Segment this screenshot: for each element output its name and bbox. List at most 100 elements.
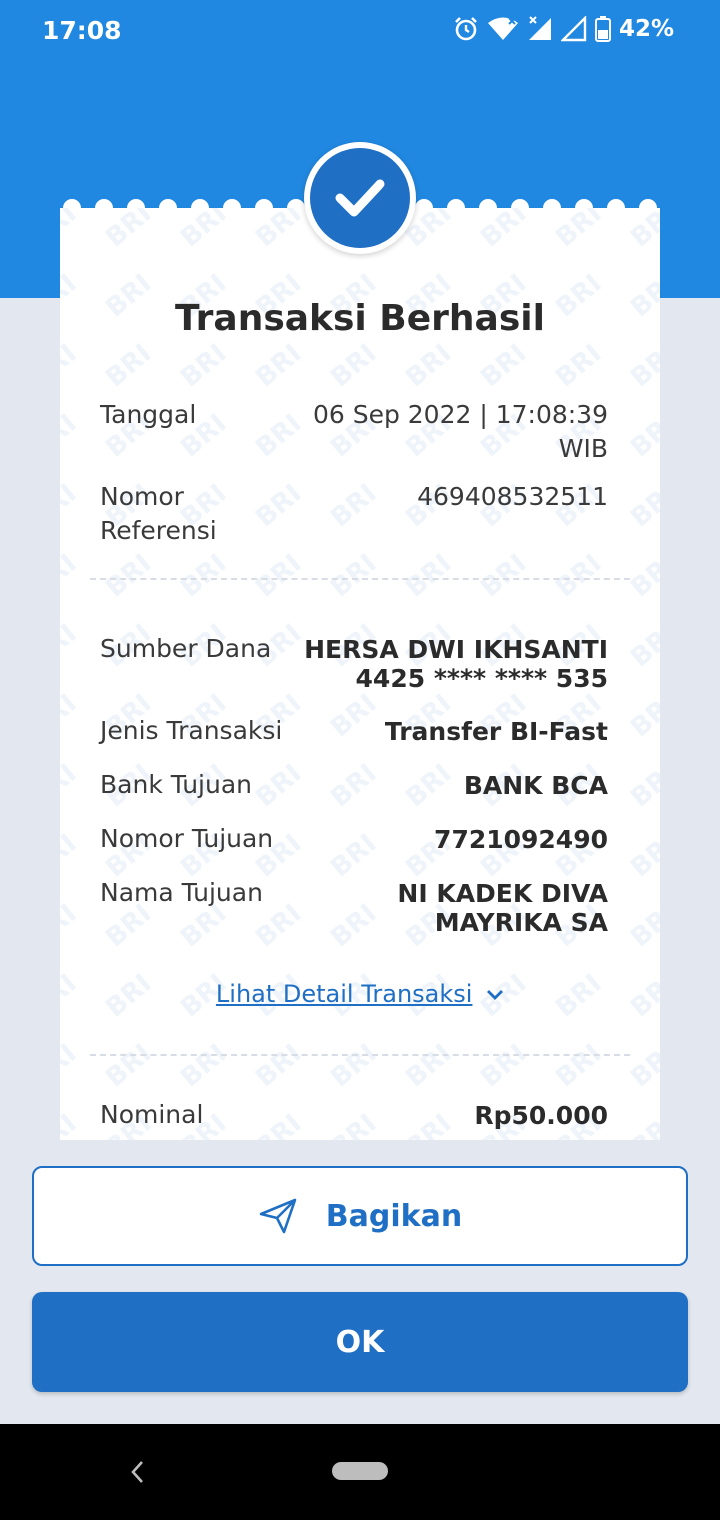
ok-button[interactable]: OK — [32, 1292, 688, 1392]
watermark-text: BRI — [400, 339, 457, 394]
watermark-text: BRI — [325, 549, 382, 604]
date-label: Tanggal — [100, 400, 197, 429]
watermark-text: BRI — [60, 479, 82, 534]
watermark-text: BRI — [625, 549, 660, 604]
destination-name-value: NI KADEK DIVA MAYRIKA SA — [278, 879, 608, 937]
ok-label: OK — [335, 1324, 385, 1360]
watermark-text: BRI — [60, 1039, 82, 1094]
reference-label: Nomor Referensi — [100, 480, 300, 548]
watermark-text: BRI — [625, 759, 660, 814]
reference-label-line2: Referensi — [100, 516, 217, 545]
nominal-value: Rp50.000 — [474, 1101, 608, 1130]
watermark-text: BRI — [325, 339, 382, 394]
watermark-text: BRI — [60, 409, 82, 464]
watermark-text: BRI — [625, 689, 660, 744]
watermark-text: BRI — [60, 899, 82, 954]
status-time: 17:08 — [42, 16, 122, 45]
watermark-text: BRI — [250, 1039, 307, 1094]
page-title: Transaksi Berhasil — [175, 298, 545, 339]
watermark-text: BRI — [60, 759, 82, 814]
watermark-text: BRI — [60, 339, 82, 394]
view-detail-link[interactable]: Lihat Detail Transaksi — [60, 980, 660, 1008]
watermark-text: BRI — [625, 409, 660, 464]
watermark-text: BRI — [175, 1039, 232, 1094]
date-value-line2: WIB — [558, 434, 608, 463]
watermark-text: BRI — [60, 549, 82, 604]
dashed-divider — [90, 1054, 630, 1056]
battery-percent: 42% — [618, 16, 674, 42]
bank-label: Bank Tujuan — [100, 770, 253, 799]
watermark-text: BRI — [625, 619, 660, 674]
watermark-text: BRI — [250, 339, 307, 394]
watermark-text: BRI — [60, 619, 82, 674]
dashed-divider — [90, 578, 630, 580]
watermark-text: BRI — [400, 1039, 457, 1094]
watermark-text: BRI — [625, 1039, 660, 1094]
date-value: 06 Sep 2022 | 17:08:39 WIB — [278, 398, 608, 466]
watermark-text: BRI — [625, 899, 660, 954]
transaction-type-value: Transfer BI-Fast — [384, 717, 608, 746]
watermark-text: BRI — [475, 549, 532, 604]
watermark-text: BRI — [625, 339, 660, 394]
watermark-text: BRI — [175, 549, 232, 604]
receipt-card: BRI BRI BRI BRI BRI BRI BRI BRI BRI BRI BRI BRI BRI B… — [60, 208, 660, 1140]
watermark-text: BRI — [250, 549, 307, 604]
navigation-bar — [0, 1424, 720, 1520]
share-button[interactable]: Bagikan — [32, 1166, 688, 1266]
status-bar: 17:08 42% — [0, 0, 720, 62]
watermark-text: BRI — [100, 339, 157, 394]
destination-name-line1: NI KADEK DIVA — [397, 879, 608, 908]
watermark-text: BRI — [60, 1109, 82, 1140]
watermark-text: BRI — [100, 208, 157, 253]
watermark-text: BRI — [175, 208, 232, 253]
watermark-text: BRI — [625, 829, 660, 884]
watermark-text: BRI — [250, 208, 307, 253]
watermark-text: BRI — [550, 549, 607, 604]
watermark-text: BRI — [475, 1039, 532, 1094]
home-pill[interactable] — [332, 1462, 388, 1480]
bank-value: BANK BCA — [463, 771, 608, 800]
source-label: Sumber Dana — [100, 634, 272, 663]
watermark-text: BRI — [550, 208, 607, 253]
date-value-line1: 06 Sep 2022 | 17:08:39 — [312, 400, 608, 429]
alarm-icon — [455, 17, 477, 41]
wifi-icon — [487, 17, 518, 40]
status-icons: 42% — [453, 16, 674, 42]
watermark-text: BRI — [550, 1039, 607, 1094]
watermark-text: BRI — [625, 1109, 660, 1140]
share-label: Bagikan — [325, 1198, 463, 1234]
watermark-text: BRI — [175, 339, 232, 394]
destination-number-value: 7721092490 — [434, 825, 608, 854]
signal-weak-icon — [560, 16, 587, 42]
source-account: 4425 **** **** 535 — [355, 664, 608, 693]
watermark-text: BRI — [625, 208, 660, 253]
watermark-text: BRI — [60, 829, 82, 884]
watermark-text: BRI — [60, 689, 82, 744]
watermark-text: BRI — [100, 549, 157, 604]
watermark-text: BRI — [60, 208, 82, 253]
transaction-type-label: Jenis Transaksi — [100, 716, 283, 745]
send-icon — [259, 1198, 297, 1234]
watermark-text: BRI — [325, 1039, 382, 1094]
success-badge — [304, 142, 416, 254]
destination-name-line2: MAYRIKA SA — [434, 908, 608, 937]
reference-label-line1: Nomor — [100, 482, 184, 511]
watermark-text: BRI — [625, 479, 660, 534]
destination-name-label: Nama Tujuan — [100, 878, 263, 907]
watermark-text: BRI — [100, 1039, 157, 1094]
watermark-text: BRI — [400, 549, 457, 604]
reference-value: 469408532511 — [417, 482, 608, 511]
signal-icon — [528, 16, 551, 40]
destination-number-label: Nomor Tujuan — [100, 824, 274, 853]
chevron-down-icon — [487, 990, 504, 1000]
watermark-text: BRI — [475, 208, 532, 253]
source-name: HERSA DWI IKHSANTI — [304, 635, 608, 664]
watermark-text: BRI — [550, 339, 607, 394]
nominal-label: Nominal — [100, 1100, 204, 1129]
battery-icon — [594, 16, 611, 42]
back-icon[interactable] — [126, 1460, 150, 1484]
watermark-text: BRI — [475, 339, 532, 394]
source-value: HERSA DWI IKHSANTI 4425 **** **** 535 — [278, 635, 608, 693]
checkmark-icon — [335, 179, 385, 217]
view-detail-label[interactable]: Lihat Detail Transaksi — [216, 980, 473, 1008]
